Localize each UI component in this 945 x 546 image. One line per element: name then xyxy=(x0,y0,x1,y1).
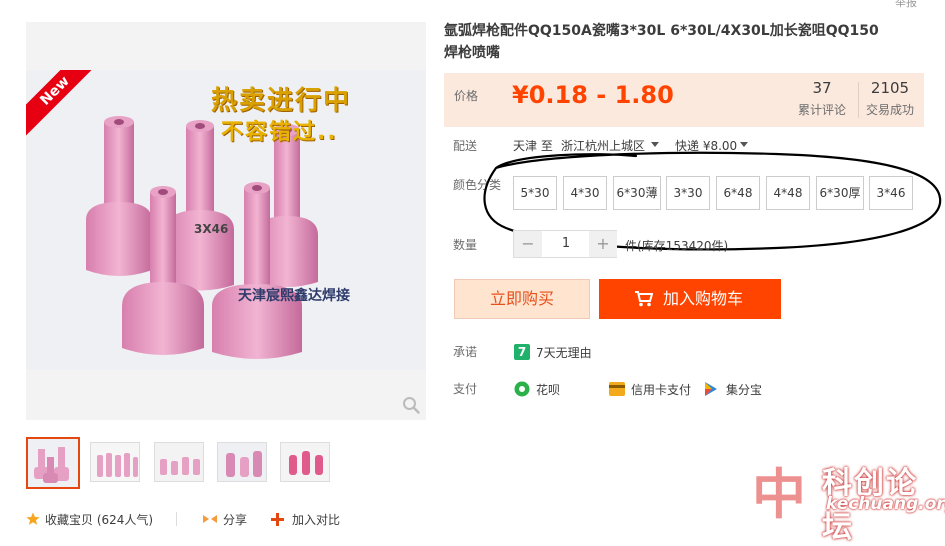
banner-line-2: 不容错过.. xyxy=(221,120,338,145)
watermark-url: kechuang.org xyxy=(826,494,945,514)
seven-day-icon: 7 xyxy=(514,344,530,360)
reviews-count[interactable]: 37 xyxy=(792,79,852,97)
chevron-down-icon[interactable] xyxy=(651,142,659,147)
banner-line-1: 热卖进行中 xyxy=(211,86,352,116)
payment-method-huabei[interactable]: 花呗 xyxy=(536,381,560,398)
quantity-minus-button[interactable]: − xyxy=(514,231,542,257)
chevron-down-icon[interactable] xyxy=(740,142,748,147)
thumbnail-image xyxy=(218,443,266,481)
product-photo: New 热卖进行中 不容错过.. 3X46 天津宸熙鑫达焊接 xyxy=(26,70,426,370)
product-title: 氩弧焊枪配件QQ150A瓷嘴3*30L 6*30L/4X30L加长瓷咀QQ150… xyxy=(444,23,879,61)
credit-card-icon xyxy=(609,382,625,396)
zoom-icon[interactable] xyxy=(402,396,420,414)
quantity-plus-button[interactable]: + xyxy=(589,231,617,257)
plus-icon xyxy=(271,513,284,526)
thumbnail-image xyxy=(155,443,203,481)
huabei-icon xyxy=(514,381,530,397)
price-value: ¥0.18 - 1.80 xyxy=(512,81,674,109)
thumbnail-2[interactable] xyxy=(90,442,140,482)
quantity-input[interactable]: 1 xyxy=(543,231,589,257)
shipping-label: 配送 xyxy=(453,139,478,153)
cart-icon xyxy=(635,291,653,307)
favorite-link[interactable]: 收藏宝贝 (624人气) xyxy=(45,511,153,528)
thumbnail-4[interactable] xyxy=(217,442,267,482)
payment-label: 支付 xyxy=(453,382,478,396)
quantity-stepper: − 1 + xyxy=(513,230,617,258)
sold-label: 交易成功 xyxy=(865,103,914,117)
stat-divider xyxy=(858,82,859,118)
promise-text[interactable]: 7天无理由 xyxy=(536,344,592,361)
star-icon xyxy=(26,512,40,525)
buy-now-button[interactable]: 立即购买 xyxy=(454,279,590,319)
main-product-image[interactable]: New 热卖进行中 不容错过.. 3X46 天津宸熙鑫达焊接 xyxy=(26,22,426,420)
payment-method-credit-card[interactable]: 信用卡支付 xyxy=(631,381,691,398)
watermark-logo: 中 xyxy=(752,463,806,526)
sold-count: 2105 xyxy=(870,79,910,97)
quantity-label: 数量 xyxy=(453,238,478,252)
compare-link[interactable]: 加入对比 xyxy=(292,511,340,528)
thumbnail-image xyxy=(28,439,78,487)
product-mark: 3X46 xyxy=(194,222,229,236)
thumbnail-image xyxy=(91,443,139,481)
promise-label: 承诺 xyxy=(453,345,478,359)
shop-stamp: 天津宸熙鑫达焊接 xyxy=(238,288,350,304)
jifenbao-icon xyxy=(705,382,717,396)
thumbnail-image xyxy=(281,443,329,481)
add-to-cart-button[interactable]: 加入购物车 xyxy=(599,279,781,319)
reviews-label[interactable]: 累计评论 xyxy=(792,101,852,118)
divider xyxy=(176,512,177,526)
price-label: 价格 xyxy=(454,89,479,103)
payment-method-jifenbao[interactable]: 集分宝 xyxy=(726,381,762,398)
share-link[interactable]: 分享 xyxy=(223,511,247,528)
price-panel: 价格 ¥0.18 - 1.80 37 累计评论 2105 交易成功 xyxy=(444,73,924,127)
thumbnail-3[interactable] xyxy=(154,442,204,482)
stock-text: 件(库存153420件) xyxy=(625,239,729,253)
thumbnail-5[interactable] xyxy=(280,442,330,482)
report-link[interactable]: 举报 xyxy=(895,0,917,10)
thumbnail-1[interactable] xyxy=(26,437,80,489)
add-to-cart-label: 加入购物车 xyxy=(663,289,744,308)
share-icon xyxy=(203,515,217,523)
